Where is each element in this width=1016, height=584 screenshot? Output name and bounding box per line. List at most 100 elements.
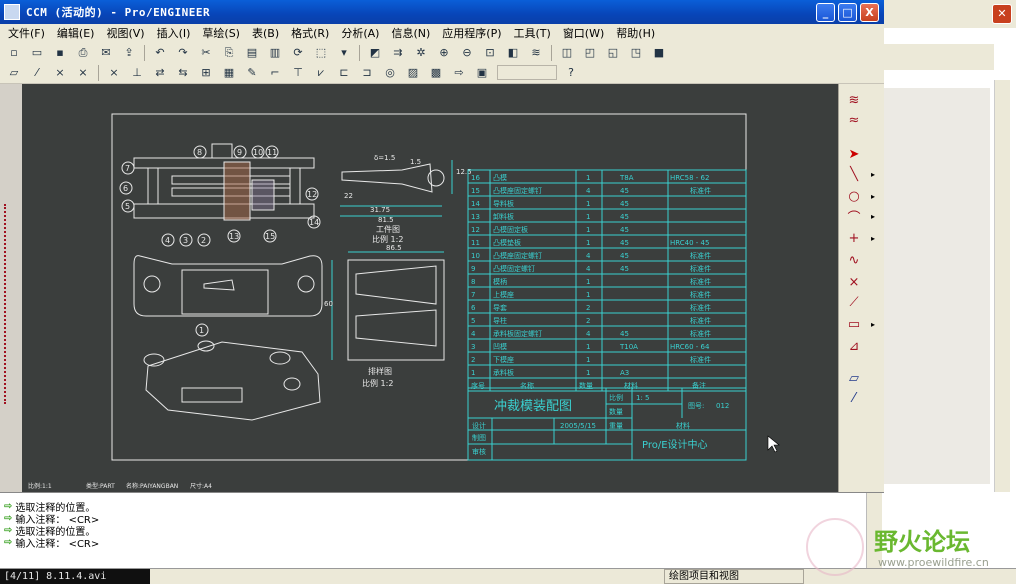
bom-cell-no: 12	[471, 226, 480, 234]
minimize-button[interactable]: _	[816, 3, 835, 22]
wireframe-icon[interactable]: ◫	[559, 45, 575, 61]
flyout-arrow-icon[interactable]: ▸	[871, 234, 875, 243]
refit-icon[interactable]: ⊡	[482, 45, 498, 61]
email-icon[interactable]: ✉	[98, 45, 114, 61]
paste-special-icon[interactable]: ▥	[267, 45, 283, 61]
table-icon[interactable]: ▦	[221, 65, 237, 81]
menu-window[interactable]: 窗口(W)	[563, 25, 604, 41]
spin-center-icon[interactable]: ✲	[413, 45, 429, 61]
shaded-cube-icon[interactable]: ■	[651, 45, 667, 61]
saved-views-icon[interactable]: ◧	[505, 45, 521, 61]
parallelogram-icon[interactable]: ▱	[845, 370, 863, 388]
menu-help[interactable]: 帮助(H)	[616, 25, 655, 41]
menu-format[interactable]: 格式(R)	[291, 25, 329, 41]
print-icon[interactable]: ⎙	[75, 45, 91, 61]
menu-applications[interactable]: 应用程序(P)	[442, 25, 501, 41]
line-icon[interactable]: ╲	[845, 166, 863, 184]
note-icon[interactable]: ✎	[244, 65, 260, 81]
select-box-icon[interactable]: ⬚	[313, 45, 329, 61]
spline-icon[interactable]: ∿	[845, 252, 863, 270]
value-field[interactable]	[497, 65, 557, 80]
surface-finish-icon[interactable]: ⩗	[313, 65, 329, 81]
balloon-icon[interactable]: ◎	[382, 65, 398, 81]
delete-segment-icon[interactable]: ×	[845, 274, 863, 292]
flyout-arrow-icon[interactable]: ▸	[871, 170, 875, 179]
paste-icon[interactable]: ▤	[244, 45, 260, 61]
menu-view[interactable]: 视图(V)	[106, 25, 144, 41]
maximize-button[interactable]: □	[838, 3, 857, 22]
iso-outline	[145, 341, 321, 421]
menu-file[interactable]: 文件(F)	[8, 25, 45, 41]
zoom-in-icon[interactable]: ⊕	[436, 45, 452, 61]
flyout-arrow-icon[interactable]: ▸	[871, 320, 875, 329]
gtol-icon[interactable]: ⊤	[290, 65, 306, 81]
balloon-label: 4	[165, 236, 170, 245]
hidden-line-icon[interactable]: ◰	[582, 45, 598, 61]
bom-cell-qty: 1	[586, 291, 590, 299]
shading-icon[interactable]: ◳	[628, 45, 644, 61]
format-icon[interactable]: ▣	[474, 65, 490, 81]
open-folder-icon[interactable]: ▭	[29, 45, 45, 61]
bom-cell-note: 标准件	[690, 355, 711, 364]
regenerate-icon[interactable]: ⟳	[290, 45, 306, 61]
view-arrow-icon[interactable]: ⇨	[451, 65, 467, 81]
show-dims-icon[interactable]: ≈	[845, 112, 863, 130]
bom-cell-name: 凸模固定板	[493, 225, 528, 234]
menu-info[interactable]: 信息(N)	[391, 25, 430, 41]
cut-icon[interactable]: ✂	[198, 45, 214, 61]
chamfer-icon[interactable]: ⊿	[845, 338, 863, 356]
flyout-arrow-icon[interactable]: ▸	[871, 192, 875, 201]
erase-icon[interactable]: ×	[106, 65, 122, 81]
plane-display-icon[interactable]: ▱	[6, 65, 22, 81]
send-icon[interactable]: ⇪	[121, 45, 137, 61]
menu-tools[interactable]: 工具(T)	[514, 25, 551, 41]
background-scrollbar[interactable]	[994, 80, 1010, 492]
new-file-icon[interactable]: ▫	[6, 45, 22, 61]
redo-icon[interactable]: ↷	[175, 45, 191, 61]
zoom-out-icon[interactable]: ⊖	[459, 45, 475, 61]
repaint-icon[interactable]: ◩	[367, 45, 383, 61]
undo-icon[interactable]: ↶	[152, 45, 168, 61]
circle-icon[interactable]: ○	[845, 188, 863, 206]
show-names-icon[interactable]: ≋	[845, 92, 863, 110]
trim-icon[interactable]: ⟋	[845, 294, 863, 312]
cosmetic-icon[interactable]: ⌐	[267, 65, 283, 81]
menu-edit[interactable]: 编辑(E)	[57, 25, 95, 41]
select-arrow-icon[interactable]: ➤	[845, 146, 863, 164]
construction-line-icon[interactable]: ⁄	[845, 390, 863, 408]
rectangle-icon[interactable]: ▭	[845, 316, 863, 334]
move-view-icon[interactable]: ⇄	[152, 65, 168, 81]
point-icon[interactable]: +	[845, 230, 863, 248]
bom-cell-no: 13	[471, 213, 480, 221]
point-display-icon[interactable]: ×	[52, 65, 68, 81]
drawing-sheet[interactable]: 7 6 5 4 3 2 8 9 10 11 12 14 13 15 1 δ=1.…	[22, 84, 838, 492]
move-item-icon[interactable]: ⇆	[175, 65, 191, 81]
arc-icon[interactable]: ⌒	[845, 210, 863, 228]
flyout-arrow-icon[interactable]: ▸	[871, 212, 875, 221]
window-titlebar[interactable]: CCM (活动的) - Pro/ENGINEER _ □ X	[0, 0, 884, 24]
dimension-icon[interactable]: ⊥	[129, 65, 145, 81]
section-icon[interactable]: ▩	[428, 65, 444, 81]
context-help-icon[interactable]: ?	[563, 65, 579, 81]
close-button[interactable]: X	[860, 3, 879, 22]
dropdown-arrow-icon[interactable]: ▾	[336, 45, 352, 61]
symbol-icon[interactable]: ⊐	[359, 65, 375, 81]
orient-icon[interactable]: ⇉	[390, 45, 406, 61]
drawing-canvas[interactable]: 7 6 5 4 3 2 8 9 10 11 12 14 13 15 1 δ=1.…	[22, 84, 838, 492]
menu-insert[interactable]: 插入(I)	[157, 25, 191, 41]
datum-icon[interactable]: ⊏	[336, 65, 352, 81]
no-hidden-icon[interactable]: ◱	[605, 45, 621, 61]
background-close-button[interactable]: ✕	[992, 4, 1012, 24]
smart-filter-panel[interactable]: 绘图项目和视图	[664, 569, 804, 584]
menu-table[interactable]: 表(B)	[252, 25, 279, 41]
save-icon[interactable]: ▪	[52, 45, 68, 61]
hatch-icon[interactable]: ▨	[405, 65, 421, 81]
axis-display-icon[interactable]: ⁄	[29, 65, 45, 81]
video-file-label: [4/11] 8.11.4.avi	[0, 569, 150, 584]
copy-icon[interactable]: ⎘	[221, 45, 237, 61]
layers-icon[interactable]: ≋	[528, 45, 544, 61]
menu-analysis[interactable]: 分析(A)	[341, 25, 379, 41]
menu-sketch[interactable]: 草绘(S)	[202, 25, 240, 41]
csys-display-icon[interactable]: ⨯	[75, 65, 91, 81]
insert-view-icon[interactable]: ⊞	[198, 65, 214, 81]
